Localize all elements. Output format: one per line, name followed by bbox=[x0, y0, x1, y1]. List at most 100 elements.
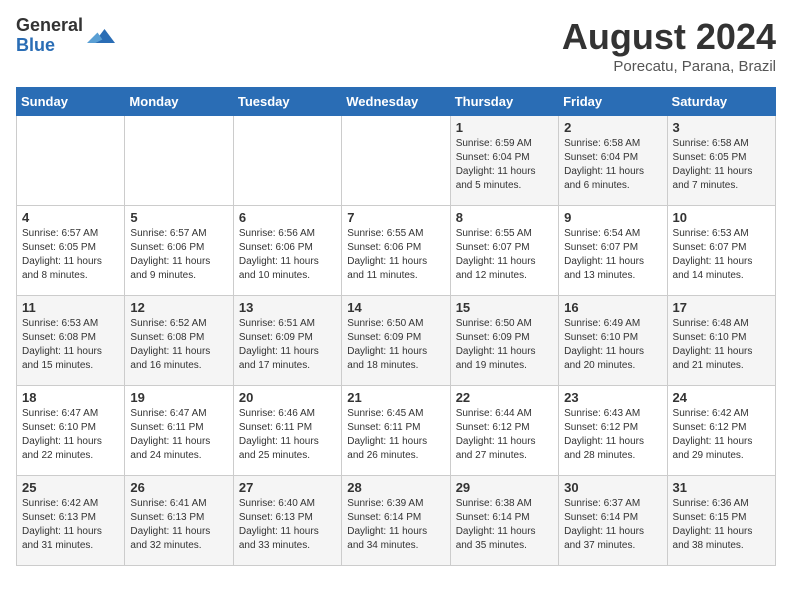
day-number: 17 bbox=[673, 300, 770, 315]
logo-blue-text: Blue bbox=[16, 36, 83, 56]
day-number: 22 bbox=[456, 390, 553, 405]
calendar-cell: 8 Sunrise: 6:55 AM Sunset: 6:07 PM Daylig… bbox=[450, 206, 558, 296]
title-area: August 2024 Porecatu, Parana, Brazil bbox=[562, 16, 776, 75]
day-info: Sunrise: 6:58 AM Sunset: 6:04 PM Dayligh… bbox=[564, 137, 661, 193]
day-info: Sunrise: 6:39 AM Sunset: 6:14 PM Dayligh… bbox=[347, 497, 444, 553]
day-info: Sunrise: 6:53 AM Sunset: 6:07 PM Dayligh… bbox=[673, 227, 770, 283]
calendar-table: SundayMondayTuesdayWednesdayThursdayFrid… bbox=[16, 87, 776, 566]
day-info: Sunrise: 6:50 AM Sunset: 6:09 PM Dayligh… bbox=[456, 317, 553, 373]
day-number: 26 bbox=[130, 480, 227, 495]
day-info: Sunrise: 6:57 AM Sunset: 6:05 PM Dayligh… bbox=[22, 227, 119, 283]
header-day-sunday: Sunday bbox=[17, 88, 125, 116]
calendar-cell bbox=[17, 116, 125, 206]
calendar-cell bbox=[342, 116, 450, 206]
calendar-cell: 4 Sunrise: 6:57 AM Sunset: 6:05 PM Daylig… bbox=[17, 206, 125, 296]
day-number: 16 bbox=[564, 300, 661, 315]
location: Porecatu, Parana, Brazil bbox=[562, 58, 776, 75]
calendar-cell: 20Sunrise: 6:46 AM Sunset: 6:11 PM Dayli… bbox=[233, 386, 341, 476]
day-info: Sunrise: 6:41 AM Sunset: 6:13 PM Dayligh… bbox=[130, 497, 227, 553]
logo-icon bbox=[87, 22, 115, 50]
calendar-cell: 10 Sunrise: 6:53 AM Sunset: 6:07 PM Dayli… bbox=[667, 206, 775, 296]
calendar-cell: 28 Sunrise: 6:39 AM Sunset: 6:14 PM Dayli… bbox=[342, 476, 450, 566]
month-title: August 2024 bbox=[562, 16, 776, 58]
calendar-cell: 9 Sunrise: 6:54 AM Sunset: 6:07 PM Daylig… bbox=[559, 206, 667, 296]
day-info: Sunrise: 6:54 AM Sunset: 6:07 PM Dayligh… bbox=[564, 227, 661, 283]
calendar-week-5: 25 Sunrise: 6:42 AM Sunset: 6:13 PM Dayli… bbox=[17, 476, 776, 566]
calendar-cell: 16 Sunrise: 6:49 AM Sunset: 6:10 PM Dayli… bbox=[559, 296, 667, 386]
day-info: Sunrise: 6:55 AM Sunset: 6:07 PM Dayligh… bbox=[456, 227, 553, 283]
day-info: Sunrise: 6:50 AM Sunset: 6:09 PM Dayligh… bbox=[347, 317, 444, 373]
logo-general-text: General bbox=[16, 16, 83, 36]
calendar-cell bbox=[233, 116, 341, 206]
day-info: Sunrise: 6:45 AM Sunset: 6:11 PM Dayligh… bbox=[347, 407, 444, 463]
calendar-cell: 3 Sunrise: 6:58 AM Sunset: 6:05 PM Daylig… bbox=[667, 116, 775, 206]
day-number: 5 bbox=[130, 210, 227, 225]
day-info: Sunrise: 6:42 AM Sunset: 6:12 PM Dayligh… bbox=[673, 407, 770, 463]
day-info: Sunrise: 6:37 AM Sunset: 6:14 PM Dayligh… bbox=[564, 497, 661, 553]
day-number: 18 bbox=[22, 390, 119, 405]
day-info: Sunrise: 6:58 AM Sunset: 6:05 PM Dayligh… bbox=[673, 137, 770, 193]
day-number: 31 bbox=[673, 480, 770, 495]
day-number: 27 bbox=[239, 480, 336, 495]
logo: General Blue bbox=[16, 16, 115, 56]
header-row: SundayMondayTuesdayWednesdayThursdayFrid… bbox=[17, 88, 776, 116]
calendar-cell: 11Sunrise: 6:53 AM Sunset: 6:08 PM Dayli… bbox=[17, 296, 125, 386]
day-number: 23 bbox=[564, 390, 661, 405]
day-number: 21 bbox=[347, 390, 444, 405]
calendar-cell: 21 Sunrise: 6:45 AM Sunset: 6:11 PM Dayli… bbox=[342, 386, 450, 476]
calendar-cell: 13Sunrise: 6:51 AM Sunset: 6:09 PM Dayli… bbox=[233, 296, 341, 386]
calendar-cell: 18 Sunrise: 6:47 AM Sunset: 6:10 PM Dayli… bbox=[17, 386, 125, 476]
day-number: 15 bbox=[456, 300, 553, 315]
day-info: Sunrise: 6:38 AM Sunset: 6:14 PM Dayligh… bbox=[456, 497, 553, 553]
calendar-cell: 14Sunrise: 6:50 AM Sunset: 6:09 PM Dayli… bbox=[342, 296, 450, 386]
day-number: 11 bbox=[22, 300, 119, 315]
day-number: 8 bbox=[456, 210, 553, 225]
day-info: Sunrise: 6:57 AM Sunset: 6:06 PM Dayligh… bbox=[130, 227, 227, 283]
calendar-cell: 12 Sunrise: 6:52 AM Sunset: 6:08 PM Dayli… bbox=[125, 296, 233, 386]
calendar-cell: 2Sunrise: 6:58 AM Sunset: 6:04 PM Daylig… bbox=[559, 116, 667, 206]
calendar-cell: 24Sunrise: 6:42 AM Sunset: 6:12 PM Dayli… bbox=[667, 386, 775, 476]
day-number: 28 bbox=[347, 480, 444, 495]
day-number: 13 bbox=[239, 300, 336, 315]
day-info: Sunrise: 6:42 AM Sunset: 6:13 PM Dayligh… bbox=[22, 497, 119, 553]
day-number: 10 bbox=[673, 210, 770, 225]
day-number: 4 bbox=[22, 210, 119, 225]
calendar-week-1: 1 Sunrise: 6:59 AM Sunset: 6:04 PM Daylig… bbox=[17, 116, 776, 206]
day-number: 6 bbox=[239, 210, 336, 225]
day-number: 29 bbox=[456, 480, 553, 495]
day-info: Sunrise: 6:47 AM Sunset: 6:10 PM Dayligh… bbox=[22, 407, 119, 463]
calendar-cell: 5 Sunrise: 6:57 AM Sunset: 6:06 PM Daylig… bbox=[125, 206, 233, 296]
day-number: 3 bbox=[673, 120, 770, 135]
day-number: 19 bbox=[130, 390, 227, 405]
calendar-cell: 26 Sunrise: 6:41 AM Sunset: 6:13 PM Dayli… bbox=[125, 476, 233, 566]
calendar-cell: 7 Sunrise: 6:55 AM Sunset: 6:06 PM Daylig… bbox=[342, 206, 450, 296]
day-number: 20 bbox=[239, 390, 336, 405]
calendar-cell: 31 Sunrise: 6:36 AM Sunset: 6:15 PM Dayli… bbox=[667, 476, 775, 566]
calendar-week-2: 4 Sunrise: 6:57 AM Sunset: 6:05 PM Daylig… bbox=[17, 206, 776, 296]
day-info: Sunrise: 6:40 AM Sunset: 6:13 PM Dayligh… bbox=[239, 497, 336, 553]
calendar-cell: 15 Sunrise: 6:50 AM Sunset: 6:09 PM Dayli… bbox=[450, 296, 558, 386]
day-info: Sunrise: 6:52 AM Sunset: 6:08 PM Dayligh… bbox=[130, 317, 227, 373]
day-info: Sunrise: 6:59 AM Sunset: 6:04 PM Dayligh… bbox=[456, 137, 553, 193]
day-info: Sunrise: 6:55 AM Sunset: 6:06 PM Dayligh… bbox=[347, 227, 444, 283]
calendar-week-4: 18 Sunrise: 6:47 AM Sunset: 6:10 PM Dayli… bbox=[17, 386, 776, 476]
header-day-friday: Friday bbox=[559, 88, 667, 116]
day-info: Sunrise: 6:56 AM Sunset: 6:06 PM Dayligh… bbox=[239, 227, 336, 283]
page-header: General Blue August 2024 Porecatu, Paran… bbox=[16, 16, 776, 75]
calendar-cell: 23 Sunrise: 6:43 AM Sunset: 6:12 PM Dayli… bbox=[559, 386, 667, 476]
day-info: Sunrise: 6:36 AM Sunset: 6:15 PM Dayligh… bbox=[673, 497, 770, 553]
day-info: Sunrise: 6:43 AM Sunset: 6:12 PM Dayligh… bbox=[564, 407, 661, 463]
day-number: 1 bbox=[456, 120, 553, 135]
calendar-cell bbox=[125, 116, 233, 206]
day-number: 25 bbox=[22, 480, 119, 495]
calendar-cell: 29 Sunrise: 6:38 AM Sunset: 6:14 PM Dayli… bbox=[450, 476, 558, 566]
header-day-monday: Monday bbox=[125, 88, 233, 116]
day-info: Sunrise: 6:49 AM Sunset: 6:10 PM Dayligh… bbox=[564, 317, 661, 373]
calendar-cell: 6 Sunrise: 6:56 AM Sunset: 6:06 PM Daylig… bbox=[233, 206, 341, 296]
calendar-cell: 22Sunrise: 6:44 AM Sunset: 6:12 PM Dayli… bbox=[450, 386, 558, 476]
calendar-cell: 25 Sunrise: 6:42 AM Sunset: 6:13 PM Dayli… bbox=[17, 476, 125, 566]
day-number: 9 bbox=[564, 210, 661, 225]
calendar-week-3: 11Sunrise: 6:53 AM Sunset: 6:08 PM Dayli… bbox=[17, 296, 776, 386]
day-number: 12 bbox=[130, 300, 227, 315]
day-number: 7 bbox=[347, 210, 444, 225]
